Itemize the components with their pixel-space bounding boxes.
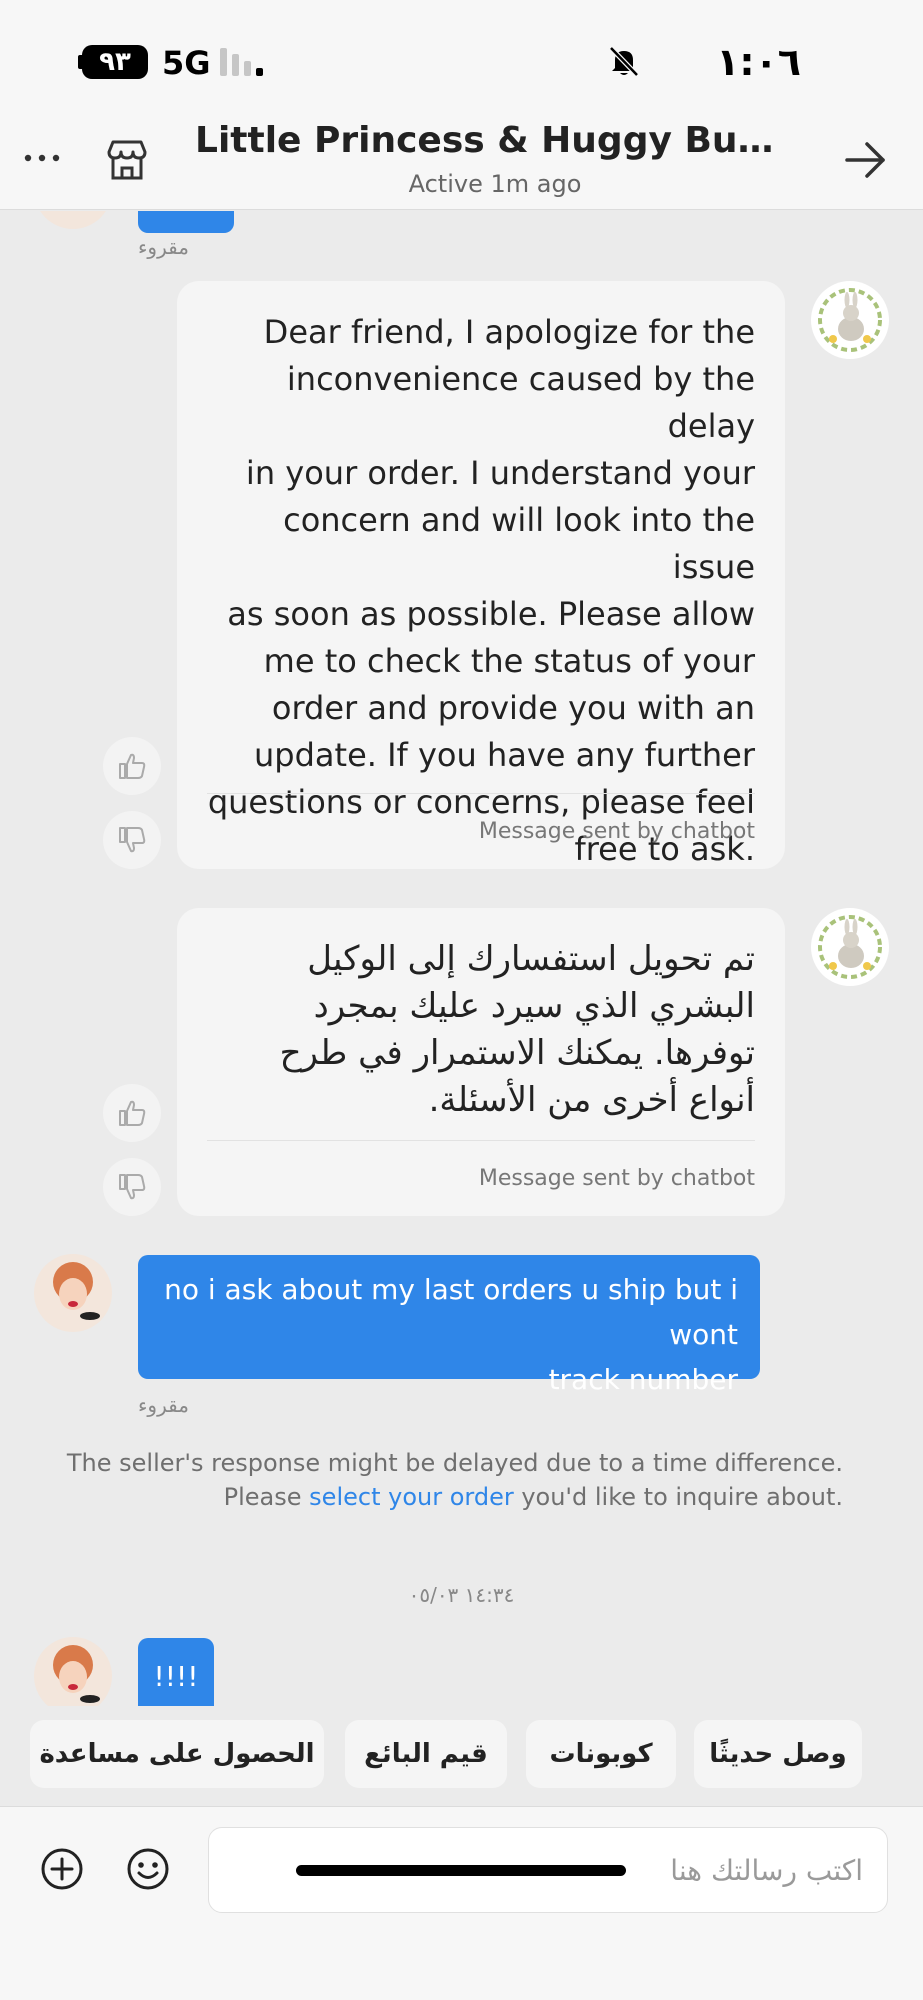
message-text: تم تحويل استفسارك إلى الوكيل البشري الذي…	[279, 939, 755, 1120]
seller-delay-notice: The seller's response might be delayed d…	[66, 1449, 843, 1511]
status-bar: ٩٣ 5G ١:٠٦	[0, 0, 923, 110]
user-message-bubble: !!!!	[138, 1638, 214, 1706]
shop-avatar	[811, 908, 889, 986]
emoji-icon[interactable]	[126, 1847, 170, 1891]
message-text: !!!!	[153, 1660, 199, 1693]
date-separator: ١٤:٣٤ ٠٥/٠٣	[408, 1583, 515, 1607]
thumbs-up-icon	[119, 753, 146, 779]
quick-replies: وصل حديثًا كوبونات قيم البائع الحصول على…	[0, 1706, 923, 1806]
more-icon[interactable]	[22, 148, 62, 168]
user-avatar	[34, 1637, 112, 1706]
thumbs-up-icon	[119, 1100, 146, 1126]
chatbot-label: Message sent by chatbot	[478, 1166, 755, 1191]
clock: ١:٠٦	[716, 40, 801, 84]
network-type: 5G	[162, 44, 211, 82]
store-icon[interactable]	[104, 138, 150, 182]
like-button[interactable]	[103, 1084, 161, 1142]
shop-name[interactable]: Little Princess & Huggy Bunny S...	[195, 120, 795, 161]
user-message-bubble: no i ask about my last orders u ship but…	[138, 1255, 760, 1396]
user-avatar	[34, 1254, 112, 1332]
chatbot-label: Message sent by chatbot	[478, 819, 755, 844]
quick-reply-get-help[interactable]: الحصول على مساعدة	[30, 1720, 324, 1788]
active-status: Active 1m ago	[408, 170, 582, 198]
avatar	[34, 211, 112, 229]
chat-messages[interactable]: مقروء Dear friend, I apologize for the i…	[0, 211, 923, 1706]
quick-reply-coupons[interactable]: كوبونات	[526, 1720, 676, 1788]
select-order-link[interactable]: select your order	[309, 1483, 514, 1511]
bell-slash-icon	[609, 46, 639, 77]
quick-reply-rate-seller[interactable]: قيم البائع	[345, 1720, 507, 1788]
read-status: مقروء	[138, 1393, 189, 1417]
quick-reply-new-arrivals[interactable]: وصل حديثًا	[694, 1720, 862, 1788]
dislike-button[interactable]	[103, 1158, 161, 1216]
user-message-bubble	[138, 211, 234, 233]
like-button[interactable]	[103, 737, 161, 795]
thumbs-down-icon	[119, 1174, 146, 1200]
message-composer	[0, 1806, 923, 2000]
chatbot-message: Dear friend, I apologize for the inconve…	[177, 281, 785, 869]
read-status: مقروء	[138, 235, 189, 259]
message-line: no i ask about my last orders u ship but…	[164, 1273, 738, 1351]
back-arrow-icon[interactable]	[843, 138, 887, 182]
dislike-button[interactable]	[103, 811, 161, 869]
chat-header: Little Princess & Huggy Bunny S... Activ…	[0, 110, 923, 210]
message-text: Dear friend, I apologize for the inconve…	[207, 313, 755, 868]
battery-indicator: ٩٣	[82, 45, 148, 79]
divider	[207, 793, 755, 794]
plus-icon[interactable]	[40, 1847, 84, 1891]
shop-avatar	[811, 281, 889, 359]
thumbs-down-icon	[119, 827, 146, 853]
message-line: track number	[548, 1363, 738, 1396]
chatbot-message: تم تحويل استفسارك إلى الوكيل البشري الذي…	[177, 908, 785, 1216]
divider	[207, 1140, 755, 1141]
signal-strength-icon	[220, 48, 263, 76]
home-indicator	[296, 1865, 626, 1876]
